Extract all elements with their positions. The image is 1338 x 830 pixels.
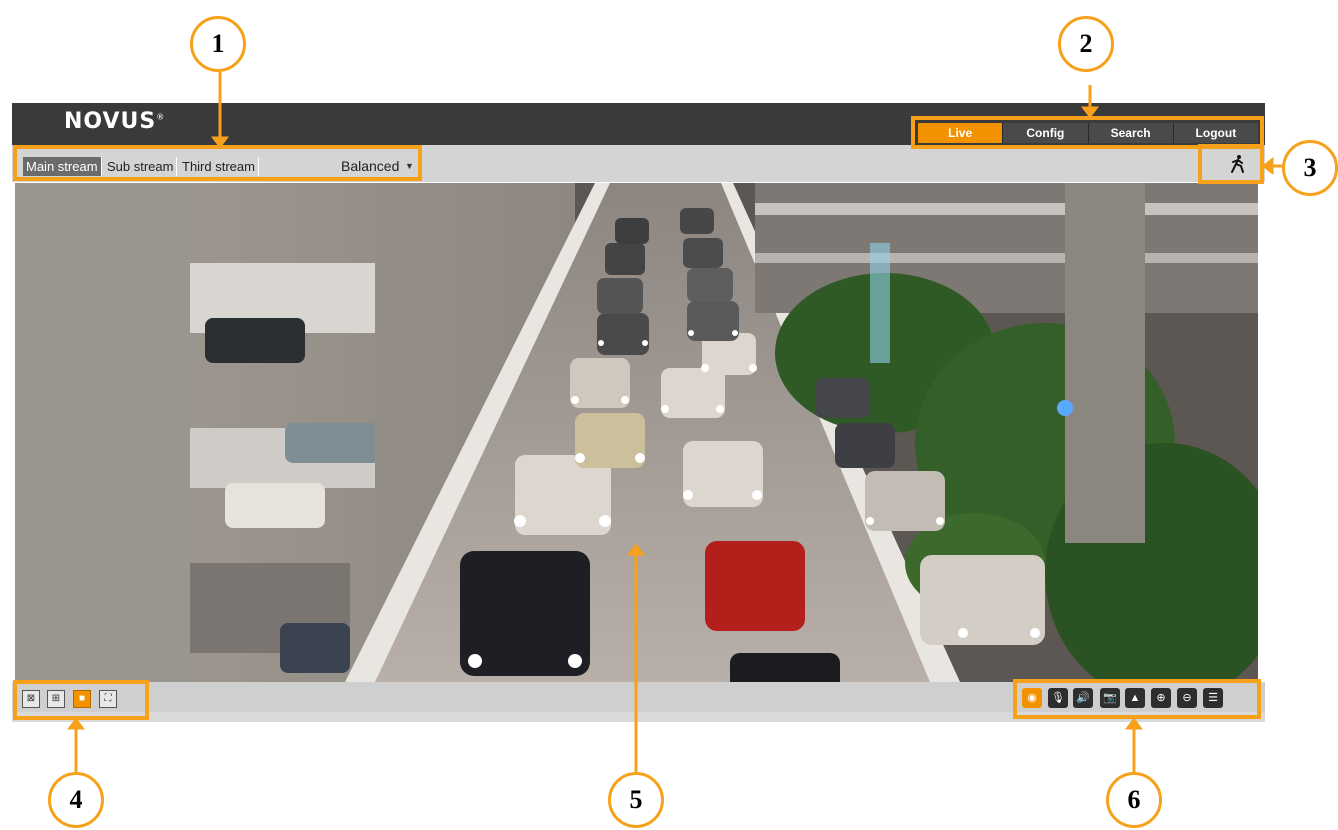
callout-5: 5 bbox=[608, 772, 664, 828]
callout-3: 3 bbox=[1282, 140, 1338, 196]
callout-2: 2 bbox=[1058, 16, 1114, 72]
callout-1: 1 bbox=[190, 16, 246, 72]
callout-4: 4 bbox=[48, 772, 104, 828]
callout-connectors bbox=[67, 72, 1282, 774]
callout-6: 6 bbox=[1106, 772, 1162, 828]
